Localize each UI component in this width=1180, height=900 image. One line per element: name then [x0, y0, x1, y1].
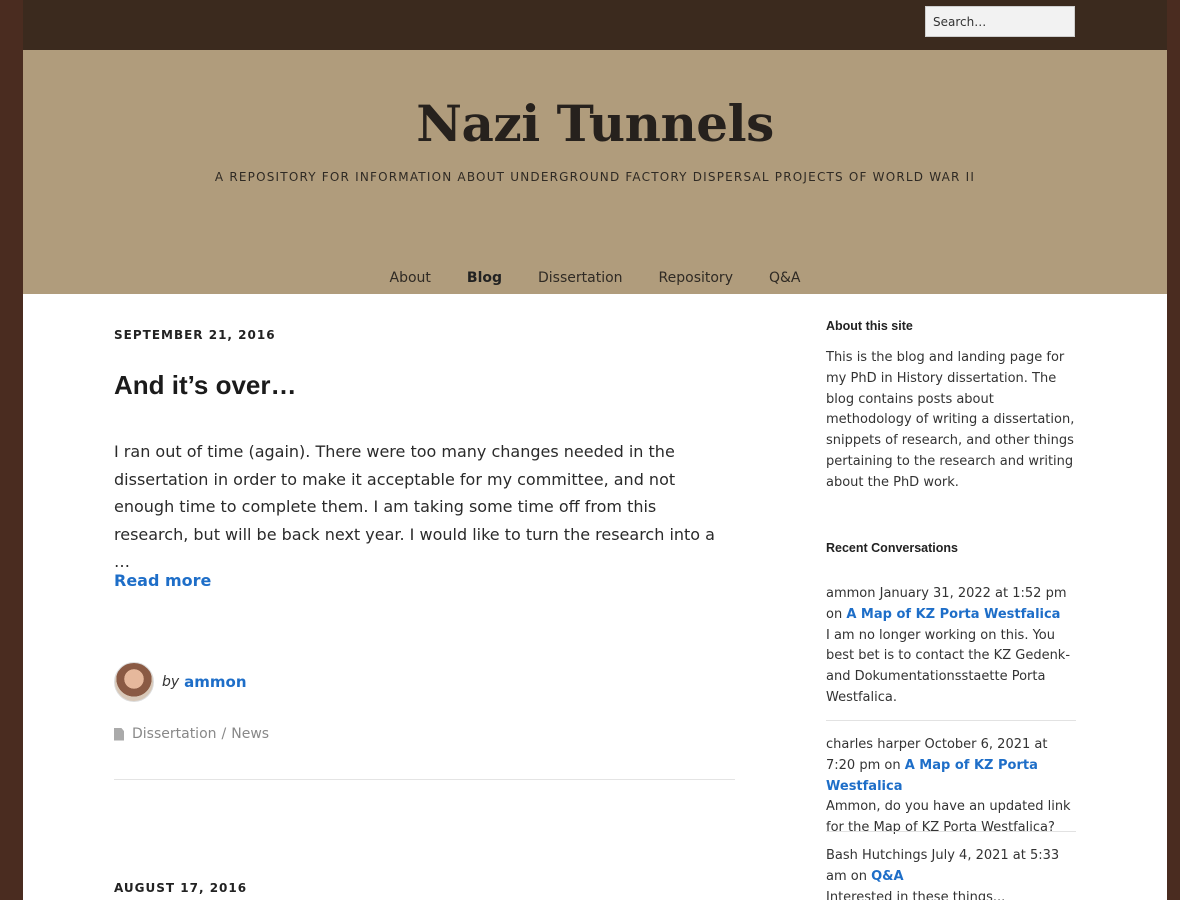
recent-conversations-title: Recent Conversations — [826, 541, 958, 555]
category-separator: / — [221, 726, 227, 742]
post-divider — [114, 779, 735, 780]
nav-dissertation[interactable]: Dissertation — [538, 270, 623, 286]
avatar[interactable] — [114, 662, 154, 702]
post-excerpt: I ran out of time (again). There were to… — [114, 442, 715, 571]
comment-meta: Bash Hutchings July 4, 2021 at 5:33 am o… — [826, 848, 1060, 884]
main-nav: About Blog Dissertation Repository Q&A — [23, 270, 1167, 286]
category-link-dissertation[interactable]: Dissertation — [132, 726, 217, 742]
site-header: Nazi Tunnels A REPOSITORY FOR INFORMATIO… — [23, 50, 1167, 294]
comment-text: Interested in these things... — [826, 889, 1006, 900]
nav-about[interactable]: About — [390, 270, 431, 286]
top-bar — [23, 0, 1167, 50]
comment-post-link[interactable]: Q&A — [871, 869, 903, 884]
comment-item: Bash Hutchings July 4, 2021 at 5:33 am o… — [826, 846, 1076, 900]
comment-divider — [826, 720, 1076, 721]
page: Nazi Tunnels A REPOSITORY FOR INFORMATIO… — [23, 0, 1167, 900]
read-more-link[interactable]: Read more — [114, 571, 211, 590]
site-tagline: A REPOSITORY FOR INFORMATION ABOUT UNDER… — [214, 170, 976, 184]
post-categories: Dissertation / News — [114, 726, 269, 742]
next-post-date[interactable]: AUGUST 17, 2016 — [114, 881, 247, 895]
category-link-news[interactable]: News — [231, 726, 269, 742]
author-link[interactable]: ammon — [184, 673, 246, 691]
comment-post-link[interactable]: A Map of KZ Porta Westfalica — [846, 607, 1060, 622]
nav-qa[interactable]: Q&A — [769, 270, 801, 286]
nav-blog[interactable]: Blog — [467, 270, 502, 286]
post-author: by ammon — [114, 662, 247, 702]
post-title[interactable]: And it’s over… — [114, 370, 297, 401]
comment-item: ammon January 31, 2022 at 1:52 pm on A M… — [826, 584, 1076, 709]
about-widget-title: About this site — [826, 319, 913, 333]
about-widget-text: This is the blog and landing page for my… — [826, 350, 1075, 490]
by-label: by — [162, 674, 180, 690]
post-date[interactable]: SEPTEMBER 21, 2016 — [114, 328, 276, 342]
search-input[interactable] — [925, 6, 1075, 37]
site-title[interactable]: Nazi Tunnels — [23, 94, 1167, 153]
comment-divider — [826, 831, 1076, 832]
document-icon — [114, 727, 124, 741]
comment-item: charles harper October 6, 2021 at 7:20 p… — [826, 735, 1076, 839]
comment-text: Ammon, do you have an updated link for t… — [826, 799, 1071, 836]
comment-text: I am no longer working on this. You best… — [826, 627, 1071, 705]
nav-repository[interactable]: Repository — [659, 270, 733, 286]
